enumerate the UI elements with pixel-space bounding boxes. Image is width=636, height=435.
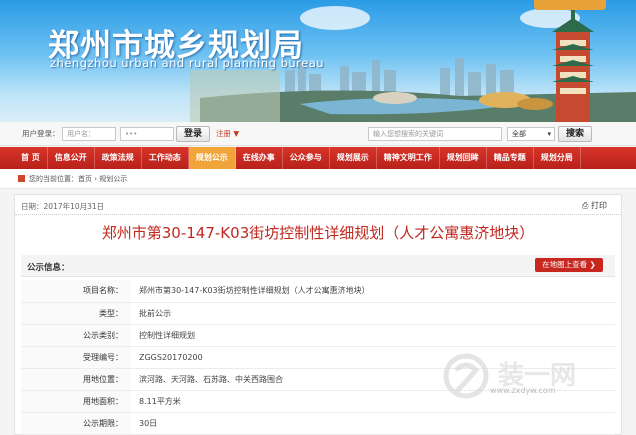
location-icon: [18, 175, 25, 182]
breadcrumb-text: 您的当前位置：首页 › 规划公示: [29, 175, 128, 183]
nav-item[interactable]: 首 页: [14, 147, 48, 169]
search-button[interactable]: 搜索: [558, 126, 592, 142]
printer-icon: ⎙: [582, 201, 591, 210]
search-scope-select[interactable]: 全部 ▾: [507, 127, 555, 141]
article-date: 日期：2017年10月31日: [21, 202, 105, 211]
info-value: 郑州市第30-147-K03街坊控制性详细规划（人才公寓惠济地块）: [131, 280, 615, 303]
article-title: 郑州市第30-147-K03街坊控制性详细规划（人才公寓惠济地块）: [101, 224, 535, 242]
nav-item[interactable]: 信息公开: [48, 147, 95, 169]
nav-item[interactable]: 工作动态: [142, 147, 189, 169]
info-row: 类型： 批前公示: [21, 302, 615, 325]
info-key: 受理编号：: [21, 346, 131, 369]
breadcrumb: 您的当前位置：首页 › 规划公示: [0, 169, 636, 189]
search-scope-value: 全部: [512, 130, 526, 138]
dropdown-arrow-icon: ▾: [547, 130, 551, 138]
nav-item[interactable]: 政策法规: [95, 147, 142, 169]
search-input[interactable]: 输入您想搜索的关键词: [368, 127, 502, 141]
main-nav: 首 页信息公开 政策法规 工作动态 规划公示 在线办事 公众参与 规划展示 精神文明工作 规划回…: [0, 147, 636, 169]
top-links[interactable]: [534, 0, 606, 10]
info-key: 公示类别：: [21, 324, 131, 347]
info-value: 批前公示: [131, 302, 615, 325]
info-value: 30日: [131, 412, 615, 435]
info-key: 项目名称：: [21, 280, 131, 303]
info-key: 用地位置：: [21, 368, 131, 391]
info-header: 公示信息： 在地图上查看 ❯: [21, 255, 615, 277]
watermark-url: www.zxdyw.com: [490, 386, 556, 395]
login-label: 用户登录：: [22, 129, 60, 138]
page: 郑州市城乡规划局 zhengzhou urban and rural plann…: [0, 0, 636, 435]
login-button[interactable]: 登录: [176, 126, 210, 142]
info-label: 公示信息：: [27, 263, 70, 273]
view-on-map-button[interactable]: 在地图上查看 ❯: [535, 258, 603, 272]
print-label: 打印: [591, 201, 607, 210]
nav-item[interactable]: 在线办事: [236, 147, 283, 169]
register-link[interactable]: 注册 ▼: [216, 128, 239, 139]
nav-item[interactable]: 规划分局: [534, 147, 581, 169]
info-key: 公示期限：: [21, 412, 131, 435]
info-row: 公示期限： 30日: [21, 412, 615, 435]
nav-item[interactable]: 规划展示: [330, 147, 377, 169]
password-field[interactable]: •••: [120, 127, 174, 141]
info-row: 公示类别： 控制性详细规划: [21, 324, 615, 347]
nav-item[interactable]: 精神文明工作: [377, 147, 440, 169]
info-value: 控制性详细规划: [131, 324, 615, 347]
nav-item[interactable]: 规划公示: [188, 147, 236, 169]
nav-item[interactable]: 公众参与: [283, 147, 330, 169]
login-search-bar: 用户登录： 用户名： ••• 登录 注册 ▼ 输入您想搜索的关键词 全部 ▾ 搜索: [0, 122, 636, 146]
info-key: 类型：: [21, 302, 131, 325]
nav-item[interactable]: 精品专题: [487, 147, 534, 169]
info-row: 项目名称： 郑州市第30-147-K03街坊控制性详细规划（人才公寓惠济地块）: [21, 280, 615, 303]
site-banner: 郑州市城乡规划局 zhengzhou urban and rural plann…: [0, 0, 636, 122]
print-button[interactable]: ⎙ 打印: [582, 200, 607, 211]
username-field[interactable]: 用户名：: [62, 127, 116, 141]
info-key: 用地面积：: [21, 390, 131, 413]
nav-item[interactable]: 规划回眸: [440, 147, 487, 169]
meta-row: 日期：2017年10月31日 ⎙ 打印: [15, 195, 621, 215]
site-watermark-logo: 装一网: [443, 353, 576, 399]
site-subtitle: zhengzhou urban and rural planning burea…: [50, 56, 325, 70]
